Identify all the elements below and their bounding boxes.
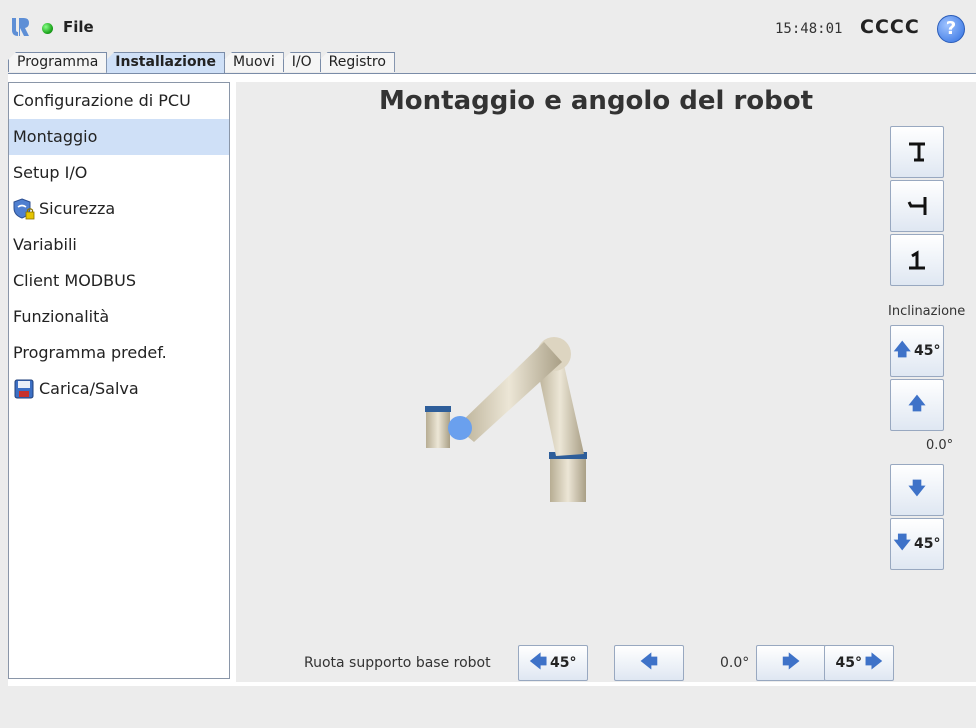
sidebar-item-sicurezza[interactable]: Sicurezza xyxy=(9,191,229,227)
tilt-up-45-button[interactable]: 🡅 45° xyxy=(890,325,944,377)
shield-lock-icon xyxy=(13,198,35,220)
robot-status-indicator xyxy=(42,23,53,34)
arrow-left-icon: 🡄 xyxy=(529,651,548,672)
rotate-left-45-label: 45° xyxy=(550,655,577,671)
tab-programma[interactable]: Programma xyxy=(8,52,108,72)
page-title: Montaggio e angolo del robot xyxy=(378,86,814,116)
rotate-left-45-button[interactable]: 🡄 45° xyxy=(518,645,588,681)
sidebar-item-label: Client MODBUS xyxy=(13,271,136,290)
tilt-up-button[interactable]: 🡅 xyxy=(890,379,944,431)
tab-io[interactable]: I/O xyxy=(282,52,321,72)
rotate-label: Ruota supporto base robot xyxy=(304,655,491,671)
wall-mount-button[interactable] xyxy=(890,180,944,232)
sidebar-item-montaggio[interactable]: Montaggio xyxy=(9,119,229,155)
sidebar-item-label: Configurazione di PCU xyxy=(13,91,191,110)
arrow-down-icon: 🡇 xyxy=(908,478,926,499)
installation-panel: Configurazione di PCU Montaggio Setup I/… xyxy=(8,73,976,687)
rotate-left-button[interactable]: 🡄 xyxy=(614,645,684,681)
floor-mount-button[interactable] xyxy=(890,126,944,178)
tilt-value: 0.0° xyxy=(926,438,954,453)
sidebar-item-carica-salva[interactable]: Carica/Salva xyxy=(9,371,229,407)
file-menu[interactable]: File xyxy=(63,18,94,36)
tilt-up-45-label: 45° xyxy=(914,343,941,359)
robot-arm-3d-view[interactable] xyxy=(416,322,616,522)
clock: 15:48:01 xyxy=(775,21,843,37)
arrow-left-icon: 🡄 xyxy=(640,651,658,672)
sidebar-item-label: Carica/Salva xyxy=(39,379,139,398)
floppy-disk-icon xyxy=(14,379,34,399)
sidebar-item-label: Programma predef. xyxy=(13,343,167,362)
arrow-right-icon: 🡆 xyxy=(782,651,800,672)
tilt-down-button[interactable]: 🡇 xyxy=(890,464,944,516)
main-tabs: Programma Installazione Muovi I/O Regist… xyxy=(8,52,395,73)
rotate-right-45-button[interactable]: 45° 🡆 xyxy=(824,645,894,681)
wall-mount-icon xyxy=(907,197,927,215)
arrow-up-icon: 🡅 xyxy=(908,393,926,414)
sidebar-item-funzionalita[interactable]: Funzionalità xyxy=(9,299,229,335)
ceiling-mount-icon xyxy=(909,250,925,270)
sidebar-item-setup-io[interactable]: Setup I/O xyxy=(9,155,229,191)
tilt-down-45-label: 45° xyxy=(914,536,941,552)
arrow-up-icon: 🡅 xyxy=(893,339,911,360)
tilt-down-45-button[interactable]: 🡇 45° xyxy=(890,518,944,570)
sidebar-item-label: Setup I/O xyxy=(13,163,88,182)
ceiling-mount-button[interactable] xyxy=(890,234,944,286)
top-bar: File 15:48:01 CCCC ? xyxy=(0,0,976,52)
rotate-right-button[interactable]: 🡆 xyxy=(756,645,826,681)
sidebar-item-pcu-config[interactable]: Configurazione di PCU xyxy=(9,83,229,119)
sidebar-item-variabili[interactable]: Variabili xyxy=(9,227,229,263)
sidebar-item-label: Sicurezza xyxy=(39,199,116,218)
help-button[interactable]: ? xyxy=(937,15,965,43)
arrow-right-icon: 🡆 xyxy=(864,651,883,672)
tab-installazione[interactable]: Installazione xyxy=(106,52,226,73)
arrow-down-icon: 🡇 xyxy=(893,532,911,553)
sidebar-item-label: Funzionalità xyxy=(13,307,110,326)
footer-bar xyxy=(0,686,976,728)
robot-name: CCCC xyxy=(860,16,920,38)
floor-mount-icon xyxy=(909,142,925,162)
rotate-value: 0.0° xyxy=(720,655,750,671)
sidebar-item-programma-predef[interactable]: Programma predef. xyxy=(9,335,229,371)
sidebar-item-client-modbus[interactable]: Client MODBUS xyxy=(9,263,229,299)
tab-muovi[interactable]: Muovi xyxy=(224,52,284,72)
tilt-label: Inclinazione xyxy=(888,304,966,319)
rotate-right-45-label: 45° xyxy=(835,655,862,671)
installation-sidebar: Configurazione di PCU Montaggio Setup I/… xyxy=(8,82,230,679)
sidebar-item-label: Montaggio xyxy=(13,127,98,146)
sidebar-item-label: Variabili xyxy=(13,235,77,254)
tab-registro[interactable]: Registro xyxy=(319,52,395,72)
mounting-view: Montaggio e angolo del robot Inclinazion… xyxy=(236,82,976,682)
universal-robots-logo-icon xyxy=(12,18,29,36)
